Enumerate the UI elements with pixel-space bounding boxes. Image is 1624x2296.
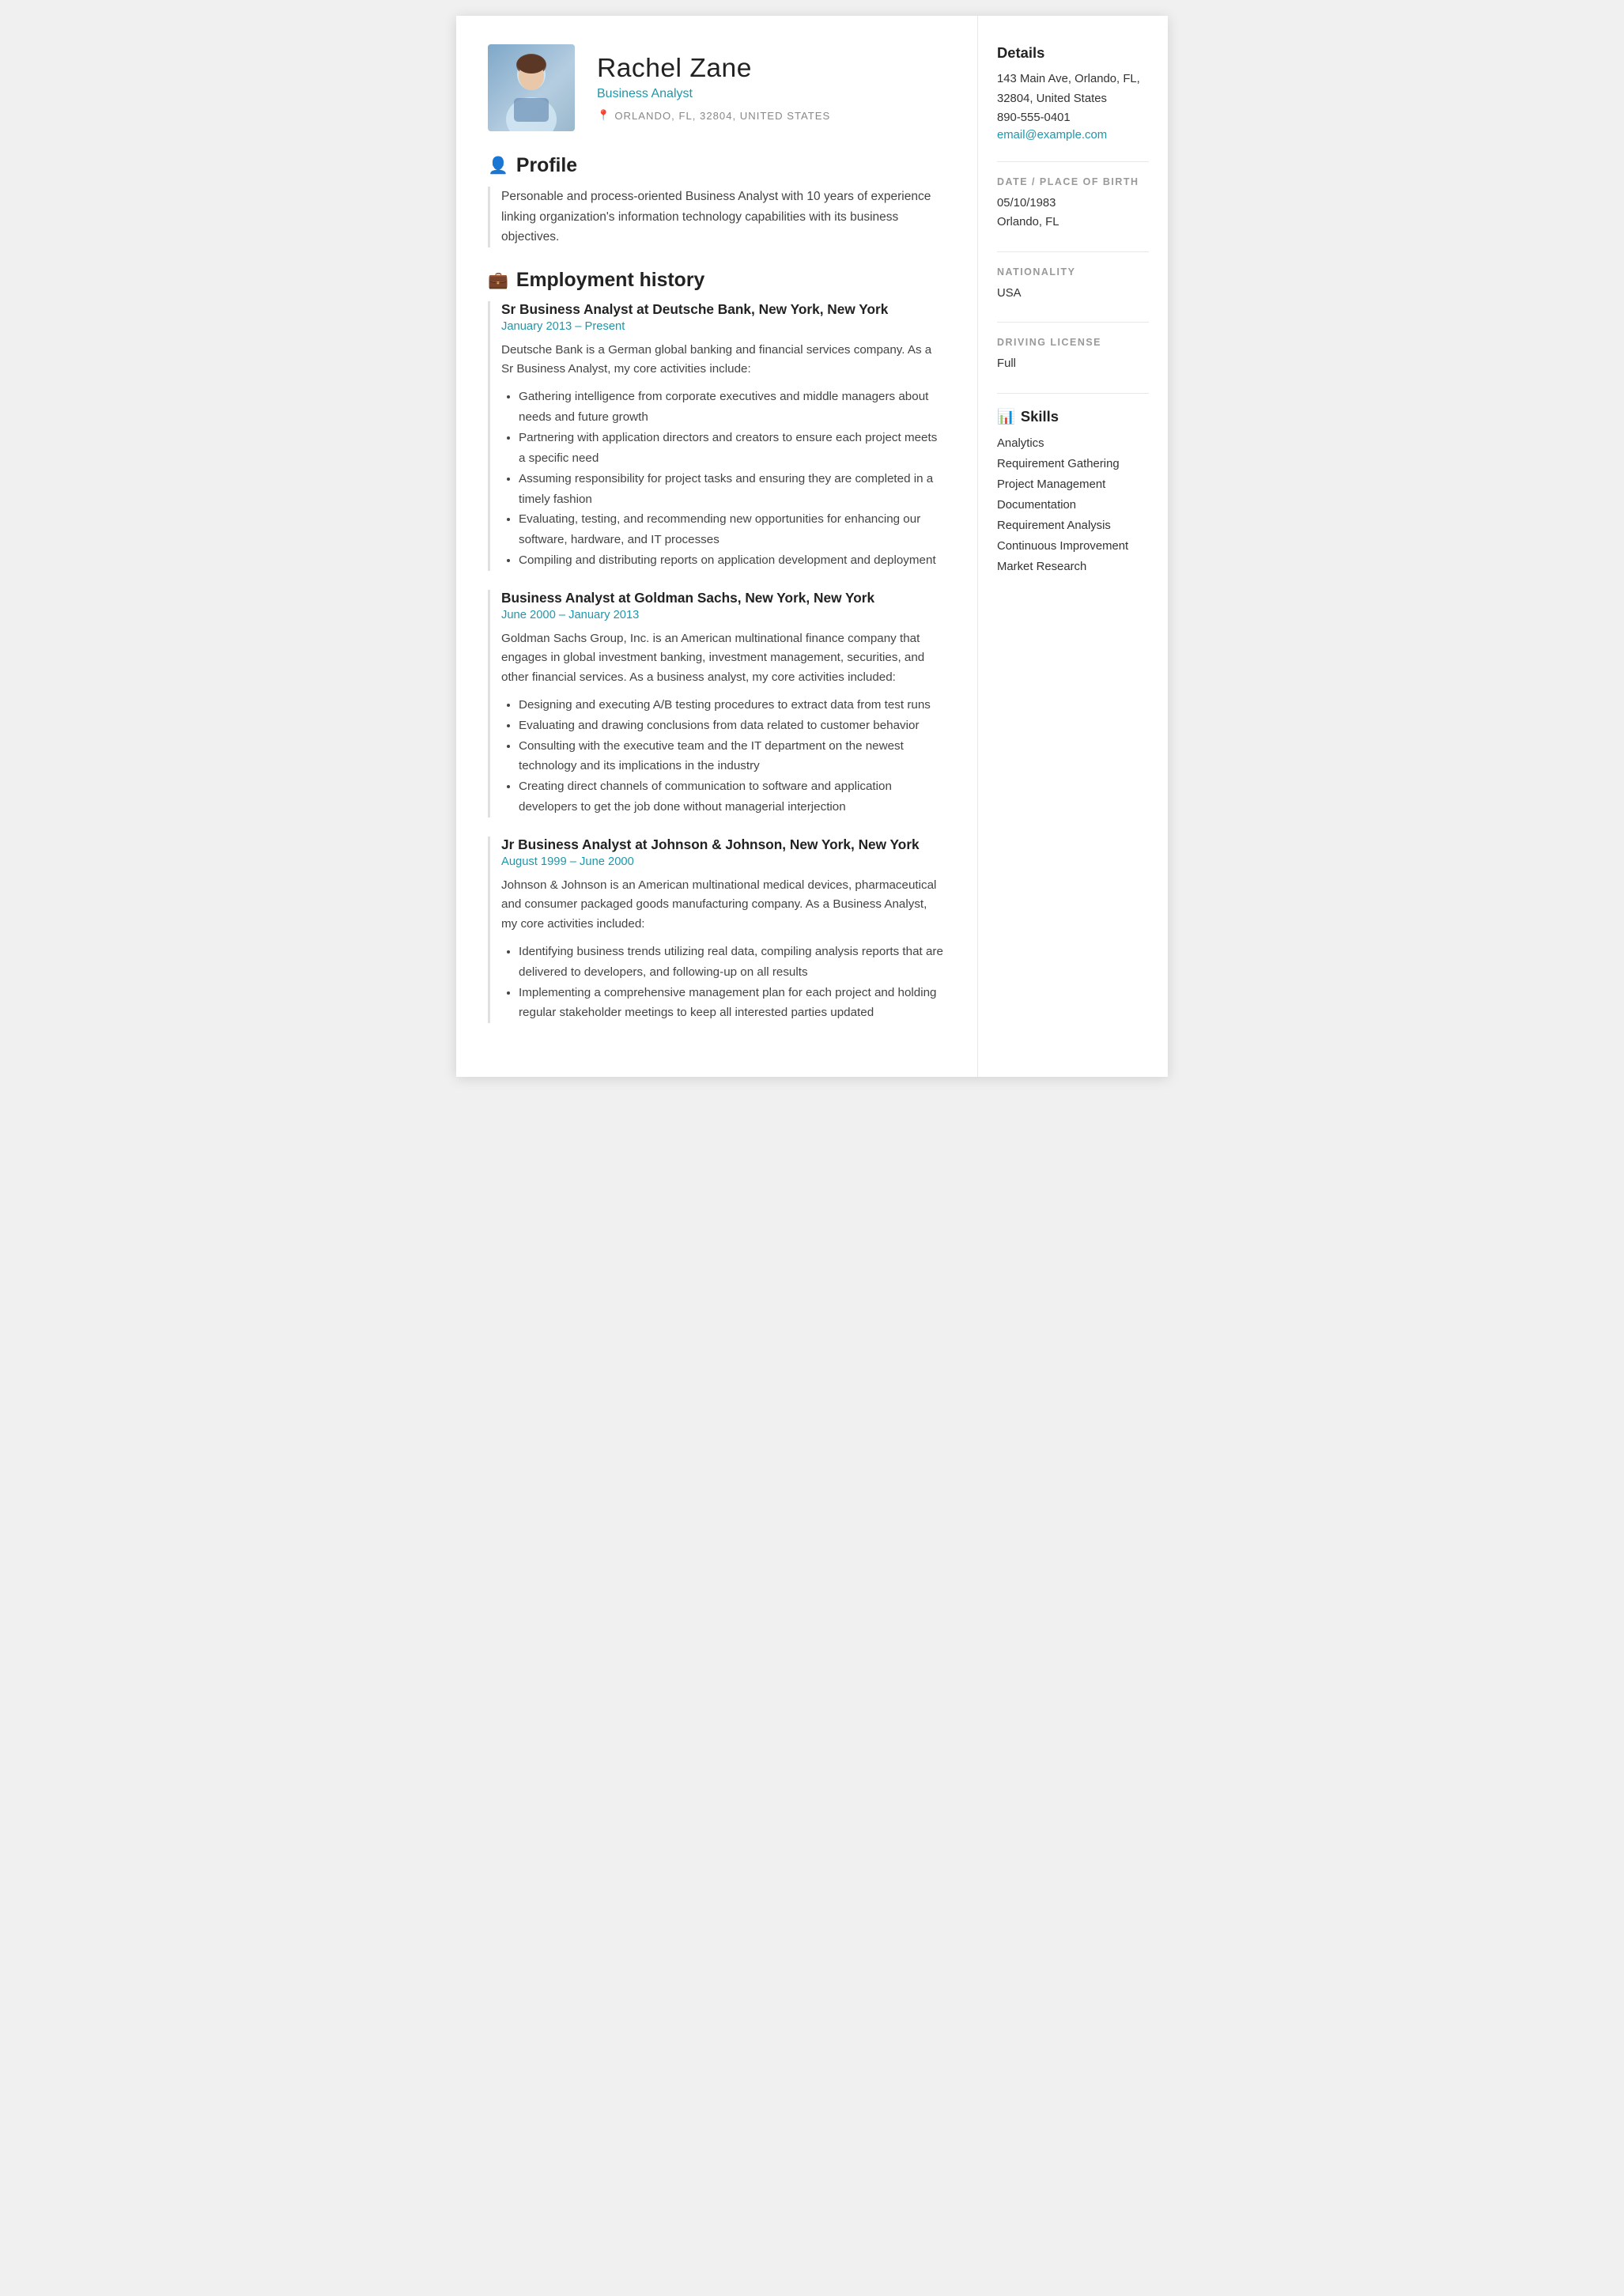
job-bullets-2: Designing and executing A/B testing proc… <box>501 695 946 818</box>
details-section: Details 143 Main Ave, Orlando, FL, 32804… <box>997 44 1149 142</box>
dob-label: DATE / PLACE OF BIRTH <box>997 176 1149 187</box>
candidate-location: 📍 ORLANDO, FL, 32804, UNITED STATES <box>597 109 946 122</box>
skills-section: 📊 Skills Analytics Requirement Gathering… <box>997 408 1149 577</box>
skill-requirement-gathering: Requirement Gathering <box>997 454 1149 474</box>
job-item-1: Sr Business Analyst at Deutsche Bank, Ne… <box>488 301 946 571</box>
employment-section: 💼 Employment history Sr Business Analyst… <box>488 270 946 1024</box>
bullet-item: Assuming responsibility for project task… <box>519 469 946 510</box>
candidate-title: Business Analyst <box>597 87 946 101</box>
job-title-1: Sr Business Analyst at Deutsche Bank, Ne… <box>501 301 946 318</box>
bullet-item: Gathering intelligence from corporate ex… <box>519 387 946 428</box>
job-title-2: Business Analyst at Goldman Sachs, New Y… <box>501 590 946 606</box>
skill-documentation: Documentation <box>997 495 1149 515</box>
header-info: Rachel Zane Business Analyst 📍 ORLANDO, … <box>597 54 946 122</box>
sidebar-address: 143 Main Ave, Orlando, FL, 32804, United… <box>997 70 1149 108</box>
job-desc-3: Johnson & Johnson is an American multina… <box>501 876 946 934</box>
employment-icon: 💼 <box>488 271 508 290</box>
sidebar-dob: 05/10/1983 <box>997 194 1149 213</box>
job-item-3: Jr Business Analyst at Johnson & Johnson… <box>488 836 946 1023</box>
candidate-name: Rachel Zane <box>597 54 946 84</box>
job-dates-1: January 2013 – Present <box>501 320 946 333</box>
sidebar-email[interactable]: email@example.com <box>997 129 1107 142</box>
skill-project-management: Project Management <box>997 474 1149 495</box>
job-bullets-1: Gathering intelligence from corporate ex… <box>501 387 946 571</box>
sidebar-column: Details 143 Main Ave, Orlando, FL, 32804… <box>978 16 1168 1077</box>
skills-title: 📊 Skills <box>997 408 1149 425</box>
bullet-item: Compiling and distributing reports on ap… <box>519 550 946 571</box>
sidebar-divider-3 <box>997 322 1149 323</box>
skill-market-research: Market Research <box>997 557 1149 577</box>
skill-requirement-analysis: Requirement Analysis <box>997 515 1149 536</box>
nationality-section: NATIONALITY USA <box>997 266 1149 304</box>
location-pin-icon: 📍 <box>597 109 610 122</box>
details-title: Details <box>997 44 1149 62</box>
job-bullets-3: Identifying business trends utilizing re… <box>501 942 946 1023</box>
bullet-item: Partnering with application directors an… <box>519 428 946 469</box>
bullet-item: Designing and executing A/B testing proc… <box>519 695 946 716</box>
avatar <box>488 44 575 131</box>
sidebar-divider-2 <box>997 251 1149 252</box>
sidebar-driving: Full <box>997 354 1149 374</box>
bullet-item: Evaluating, testing, and recommending ne… <box>519 509 946 550</box>
bullet-item: Implementing a comprehensive management … <box>519 983 946 1024</box>
skills-bar-icon: 📊 <box>997 408 1015 425</box>
nationality-label: NATIONALITY <box>997 266 1149 278</box>
bullet-item: Consulting with the executive team and t… <box>519 736 946 777</box>
job-dates-3: August 1999 – June 2000 <box>501 855 946 868</box>
job-title-3: Jr Business Analyst at Johnson & Johnson… <box>501 836 946 853</box>
profile-icon: 👤 <box>488 157 508 176</box>
employment-header: 💼 Employment history <box>488 270 946 292</box>
skill-continuous-improvement: Continuous Improvement <box>997 536 1149 557</box>
skill-analytics: Analytics <box>997 433 1149 454</box>
profile-header: 👤 Profile <box>488 155 946 177</box>
bullet-item: Creating direct channels of communicatio… <box>519 776 946 818</box>
sidebar-divider-1 <box>997 161 1149 162</box>
sidebar-phone: 890-555-0401 <box>997 108 1149 128</box>
resume-page: Rachel Zane Business Analyst 📍 ORLANDO, … <box>456 16 1168 1077</box>
driving-section: DRIVING LICENSE Full <box>997 337 1149 374</box>
sidebar-divider-4 <box>997 393 1149 394</box>
profile-section: 👤 Profile Personable and process-oriente… <box>488 155 946 247</box>
driving-label: DRIVING LICENSE <box>997 337 1149 348</box>
job-desc-1: Deutsche Bank is a German global banking… <box>501 341 946 380</box>
job-dates-2: June 2000 – January 2013 <box>501 609 946 621</box>
profile-text: Personable and process-oriented Business… <box>488 187 946 247</box>
job-item-2: Business Analyst at Goldman Sachs, New Y… <box>488 590 946 818</box>
main-column: Rachel Zane Business Analyst 📍 ORLANDO, … <box>456 16 978 1077</box>
job-desc-2: Goldman Sachs Group, Inc. is an American… <box>501 629 946 687</box>
employment-title: Employment history <box>516 270 704 292</box>
profile-title: Profile <box>516 155 577 177</box>
bullet-item: Evaluating and drawing conclusions from … <box>519 716 946 736</box>
bullet-item: Identifying business trends utilizing re… <box>519 942 946 983</box>
resume-header: Rachel Zane Business Analyst 📍 ORLANDO, … <box>488 44 946 131</box>
sidebar-dob-place: Orlando, FL <box>997 213 1149 232</box>
dob-section: DATE / PLACE OF BIRTH 05/10/1983 Orlando… <box>997 176 1149 232</box>
sidebar-nationality: USA <box>997 284 1149 304</box>
